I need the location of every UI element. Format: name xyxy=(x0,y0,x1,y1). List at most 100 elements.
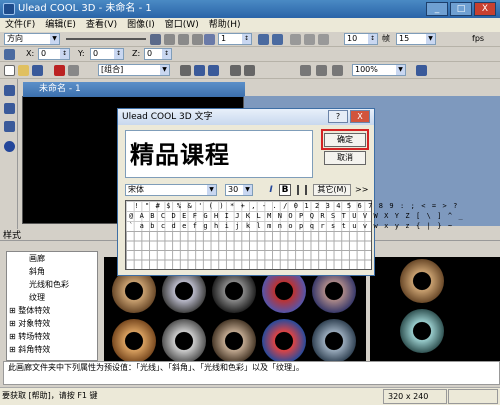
gallery-thumbnail[interactable] xyxy=(112,319,156,363)
menu-edit[interactable]: 编辑(E) xyxy=(40,18,81,32)
x-field[interactable]: 0 ↕ xyxy=(38,48,70,60)
light-icon[interactable] xyxy=(244,65,255,76)
animation-toolbar: 方向 ▼ 1 ↕ 10 ↕ 帧 15 ▼ fps xyxy=(0,32,500,47)
save-icon[interactable] xyxy=(32,65,43,76)
zoom-select[interactable]: 100% ▼ xyxy=(352,64,406,76)
minimize-button[interactable]: _ xyxy=(426,2,448,16)
text-input[interactable]: 精品课程 xyxy=(125,130,313,178)
other-button[interactable]: 其它(M) xyxy=(313,184,351,196)
app-title-bar: Ulead COOL 3D - 未命名 - 1 xyxy=(0,0,500,18)
ok-button[interactable]: 确定 xyxy=(324,133,366,147)
tree-item-bevel[interactable]: 斜角 xyxy=(7,265,97,278)
resolution-indicator: 320 x 240 xyxy=(383,389,447,404)
menu-window[interactable]: 窗口(W) xyxy=(160,18,204,32)
font-row: 宋体 ▼ 30 ▼ I B 其它(M) >> xyxy=(125,184,370,197)
status-bar: 要获取 [帮助]，请按 F1 键 320 x 240 xyxy=(0,387,500,405)
more-button[interactable]: >> xyxy=(355,184,368,196)
edit-text-icon[interactable] xyxy=(68,65,79,76)
position-toolbar: X: 0 ↕ Y: 0 ↕ Z: 0 ↕ xyxy=(0,47,500,62)
tree-item-bevel-fx[interactable]: ⊞ 斜角特效 xyxy=(7,343,97,356)
x-label: X: xyxy=(26,49,35,58)
hand-icon[interactable] xyxy=(180,65,191,76)
dialog-help-button[interactable]: ? xyxy=(328,110,348,123)
char-row[interactable]: @ A B C D E F G H I J K L M N O P Q R S … xyxy=(126,211,464,221)
bold-button[interactable]: B xyxy=(279,184,291,196)
close-button[interactable]: X xyxy=(474,2,496,16)
pingpong-icon[interactable] xyxy=(272,34,283,45)
camera-icon[interactable] xyxy=(230,65,241,76)
zoom-fit-icon[interactable] xyxy=(416,65,427,76)
document-title-bar: 未命名 - 1 xyxy=(23,82,245,97)
tree-item-texture[interactable]: 纹理 xyxy=(7,291,97,304)
status-text: 要获取 [帮助]，请按 F1 键 xyxy=(2,391,98,400)
fps-unit-label: fps xyxy=(472,34,485,43)
y-field[interactable]: 0 ↕ xyxy=(90,48,124,60)
app-icon xyxy=(3,3,15,15)
text-tool-icon[interactable] xyxy=(54,65,65,76)
gallery-hint-text: 此画廊文件夹中下列属性为预设值：「光线」、「斜角」、「光线和色彩」以及「纹理」。 xyxy=(3,361,500,385)
gallery-thumbnail[interactable] xyxy=(312,319,356,363)
keyframe-icon[interactable] xyxy=(150,34,161,45)
remove-keyframe-icon[interactable] xyxy=(178,34,189,45)
document-title: 未命名 - 1 xyxy=(39,84,81,94)
menu-help[interactable]: 帮助(H) xyxy=(204,18,246,32)
char-row[interactable]: ! " # $ % & ' ( ) * + , - . / 0 1 2 3 4 … xyxy=(126,201,459,211)
distribute-icon[interactable] xyxy=(316,65,327,76)
new-file-icon[interactable] xyxy=(4,65,15,76)
font-select[interactable]: 宋体 ▼ xyxy=(125,184,217,196)
gallery-thumbnail[interactable] xyxy=(400,259,444,303)
gallery-thumbnail[interactable] xyxy=(212,319,256,363)
font-size-select[interactable]: 30 ▼ xyxy=(225,184,253,196)
tree-item-global-fx[interactable]: ⊞ 整体特效 xyxy=(7,304,97,317)
timeline-slider[interactable] xyxy=(66,38,146,40)
frame-field[interactable]: 1 ↕ xyxy=(218,33,252,45)
object-select[interactable]: [组合] ▼ xyxy=(98,64,170,76)
tree-item-gallery[interactable]: 画廊 xyxy=(7,252,97,265)
tree-item-light-color[interactable]: 光线和色彩 xyxy=(7,278,97,291)
texture-tool-icon[interactable] xyxy=(4,121,15,132)
dialog-close-button[interactable]: X xyxy=(350,110,370,123)
globe-tool-icon[interactable] xyxy=(4,141,15,152)
maximize-button[interactable]: □ xyxy=(450,2,472,16)
bevel-tool-icon[interactable] xyxy=(4,103,15,114)
gallery-thumbnail[interactable] xyxy=(400,309,444,353)
tree-item-transition-fx[interactable]: ⊞ 转场特效 xyxy=(7,330,97,343)
window-controls: _ □ X xyxy=(426,2,496,16)
order-icon[interactable] xyxy=(332,65,343,76)
dialog-title: Ulead COOL 3D 文字 xyxy=(122,112,213,122)
gallery-tree: 画廊 斜角 光线和色彩 纹理 ⊞ 整体特效 ⊞ 对象特效 ⊞ 转场特效 ⊞ 斜角… xyxy=(6,251,98,361)
split-icon[interactable] xyxy=(192,34,203,45)
gallery-thumbnail[interactable] xyxy=(162,319,206,363)
play-icon[interactable] xyxy=(290,34,301,45)
open-file-icon[interactable] xyxy=(18,65,29,76)
reverse-icon[interactable] xyxy=(204,34,215,45)
text-dialog: Ulead COOL 3D 文字 ? X 精品课程 确定 取消 宋体 ▼ 30 ▼ … xyxy=(117,108,463,276)
cancel-button[interactable]: 取消 xyxy=(324,151,366,165)
tree-item-object-fx[interactable]: ⊞ 对象特效 xyxy=(7,317,97,330)
y-label: Y: xyxy=(78,49,85,58)
rotate-icon[interactable] xyxy=(194,65,205,76)
resize-icon[interactable] xyxy=(208,65,219,76)
gallery-thumbnail[interactable] xyxy=(262,319,306,363)
columns-icon[interactable] xyxy=(297,185,307,195)
character-grid[interactable]: ! " # $ % & ' ( ) * + , - . / 0 1 2 3 4 … xyxy=(125,200,463,270)
select-tool-icon[interactable] xyxy=(4,85,15,96)
menu-file[interactable]: 文件(F) xyxy=(0,18,40,32)
add-keyframe-icon[interactable] xyxy=(164,34,175,45)
char-row[interactable]: ` a b c d e f g h i j k l m n o p q r s … xyxy=(126,221,453,231)
frame-unit-label: 帧 xyxy=(382,34,390,43)
loop-icon[interactable] xyxy=(258,34,269,45)
first-frame-icon[interactable] xyxy=(318,34,329,45)
align-icon[interactable] xyxy=(300,65,311,76)
stop-icon[interactable] xyxy=(304,34,315,45)
fps-field[interactable]: 15 ▼ xyxy=(396,33,436,45)
move-icon[interactable] xyxy=(4,49,15,60)
menu-image[interactable]: 图像(I) xyxy=(122,18,160,32)
italic-button[interactable]: I xyxy=(265,184,277,196)
frame-rate-field[interactable]: 10 ↕ xyxy=(344,33,378,45)
status-extra-pane xyxy=(448,389,498,404)
menu-view[interactable]: 查看(V) xyxy=(81,18,122,32)
left-toolbar xyxy=(0,79,18,229)
z-field[interactable]: 0 ↕ xyxy=(144,48,172,60)
direction-select[interactable]: 方向 ▼ xyxy=(4,33,60,45)
